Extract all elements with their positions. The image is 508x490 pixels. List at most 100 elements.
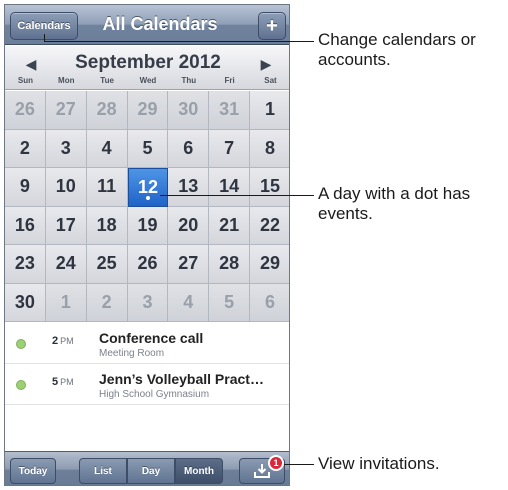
today-button[interactable]: Today [10, 458, 56, 484]
day-cell[interactable]: 3 [45, 129, 87, 168]
event-list: 2 PM Conference call Meeting Room 5 PM Jen… [5, 323, 289, 450]
month-header: ◀ September 2012 ▶ Sun Mon Tue Wed Thu F… [5, 46, 289, 90]
day-cell[interactable]: 16 [5, 206, 46, 245]
day-number: 22 [259, 214, 280, 235]
event-location: High School Gymnasium [99, 389, 210, 400]
day-cell[interactable]: 18 [86, 206, 128, 245]
week-row: 30 1 2 3 4 5 6 [5, 283, 289, 322]
day-cell[interactable]: 6 [250, 283, 289, 322]
previous-month-icon[interactable]: ◀ [19, 53, 43, 75]
day-cell[interactable]: 8 [250, 129, 289, 168]
day-number: 31 [219, 99, 240, 120]
day-number: 19 [137, 214, 158, 235]
day-cell[interactable]: 13 [168, 168, 210, 207]
event-row[interactable]: 2 PM Conference call Meeting Room [5, 323, 289, 364]
callout-leader [160, 195, 314, 196]
weekday-label: Sun [17, 76, 33, 85]
callout-leader [44, 34, 45, 41]
event-ampm: PM [60, 377, 74, 387]
day-cell[interactable]: 25 [86, 245, 128, 284]
day-cell[interactable]: 1 [250, 91, 289, 130]
week-row: 26 27 28 29 30 31 1 [5, 91, 289, 130]
day-number: 6 [183, 137, 194, 158]
day-number: 3 [142, 291, 153, 312]
day-cell[interactable]: 15 [250, 168, 289, 207]
day-cell[interactable]: 30 [168, 91, 210, 130]
weekday-row: Sun Mon Tue Wed Thu Fri Sat [5, 76, 289, 85]
day-cell[interactable]: 1 [45, 283, 87, 322]
day-cell[interactable]: 27 [45, 91, 87, 130]
day-view-tab[interactable]: Day [127, 458, 175, 484]
day-number: 11 [97, 176, 117, 197]
day-cell[interactable]: 3 [127, 283, 169, 322]
next-month-icon[interactable]: ▶ [254, 53, 278, 75]
event-hour: 5 [52, 376, 59, 388]
day-cell-selected[interactable]: 12 [127, 168, 169, 207]
event-time: 5 PM [52, 376, 74, 388]
day-number: 8 [264, 137, 275, 158]
day-cell[interactable]: 24 [45, 245, 87, 284]
day-number: 26 [137, 253, 158, 274]
callout-change-calendars: Change calendars or accounts. [318, 30, 476, 70]
day-cell[interactable]: 2 [86, 283, 128, 322]
day-number: 1 [60, 291, 71, 312]
day-cell[interactable]: 2 [5, 129, 46, 168]
event-title: Conference call [99, 330, 204, 346]
day-cell[interactable]: 6 [168, 129, 210, 168]
day-number: 9 [19, 176, 30, 197]
day-number: 27 [55, 99, 76, 120]
day-number: 4 [101, 137, 112, 158]
day-cell[interactable]: 30 [5, 283, 46, 322]
invitations-badge: 1 [268, 455, 284, 471]
day-cell[interactable]: 29 [250, 245, 289, 284]
day-number: 10 [55, 176, 76, 197]
day-number: 4 [183, 291, 194, 312]
day-cell[interactable]: 14 [209, 168, 251, 207]
add-event-button[interactable]: + [258, 12, 286, 40]
day-number: 29 [137, 99, 158, 120]
day-number: 6 [264, 291, 275, 312]
day-cell[interactable]: 21 [209, 206, 251, 245]
callout-leader [44, 41, 314, 42]
day-cell[interactable]: 4 [86, 129, 128, 168]
day-cell[interactable]: 31 [209, 91, 251, 130]
day-number: 7 [224, 137, 235, 158]
event-row[interactable]: 5 PM Jenn’s Volleyball Pract… High School… [5, 364, 289, 405]
day-number: 5 [142, 137, 153, 158]
day-number: 29 [259, 253, 280, 274]
day-number: 24 [55, 253, 76, 274]
event-title: Jenn’s Volleyball Pract… [99, 371, 264, 387]
day-cell[interactable]: 22 [250, 206, 289, 245]
bottom-toolbar: Today List Day Month [5, 451, 289, 485]
week-row: 16 17 18 19 20 21 22 [5, 206, 289, 245]
day-cell[interactable]: 9 [5, 168, 46, 207]
weekday-label: Mon [58, 76, 75, 85]
calendar-color-dot-icon [16, 380, 26, 390]
weekday-label: Wed [139, 76, 157, 85]
day-number: 3 [60, 137, 71, 158]
day-cell[interactable]: 7 [209, 129, 251, 168]
day-number: 25 [96, 253, 117, 274]
day-cell[interactable]: 10 [45, 168, 87, 207]
list-view-tab[interactable]: List [79, 458, 127, 484]
day-cell[interactable]: 23 [5, 245, 46, 284]
day-cell[interactable]: 26 [5, 91, 46, 130]
day-cell[interactable]: 20 [168, 206, 210, 245]
day-cell[interactable]: 5 [209, 283, 251, 322]
day-cell[interactable]: 28 [86, 91, 128, 130]
month-grid: 26 27 28 29 30 31 1 2 3 4 5 6 7 8 9 10 11 12 13 14 15 16 17 18 1… [5, 91, 289, 322]
month-view-tab[interactable]: Month [175, 458, 223, 484]
day-number: 17 [55, 214, 76, 235]
day-cell[interactable]: 26 [127, 245, 169, 284]
day-cell[interactable]: 4 [168, 283, 210, 322]
day-cell[interactable]: 27 [168, 245, 210, 284]
day-cell[interactable]: 17 [45, 206, 87, 245]
day-cell[interactable]: 5 [127, 129, 169, 168]
day-cell[interactable]: 19 [127, 206, 169, 245]
day-cell[interactable]: 11 [86, 168, 128, 207]
day-number: 21 [219, 214, 240, 235]
week-row: 2 3 4 5 6 7 8 [5, 129, 289, 168]
day-cell[interactable]: 28 [209, 245, 251, 284]
day-number: 20 [178, 214, 199, 235]
day-cell[interactable]: 29 [127, 91, 169, 130]
